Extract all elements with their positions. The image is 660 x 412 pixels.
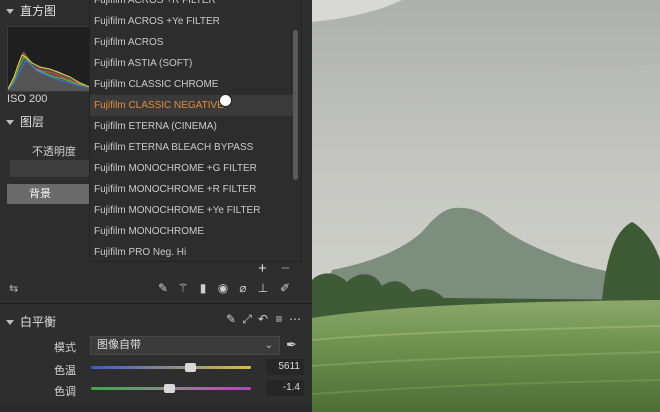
collapse-triangle-icon[interactable] xyxy=(6,8,14,14)
film-menu-item[interactable]: Fujifilm ETERNA (CINEMA) xyxy=(90,116,294,137)
undo-icon[interactable]: ↶ xyxy=(256,312,270,326)
more-icon[interactable]: ⋯ xyxy=(288,312,302,326)
white-balance-header[interactable]: 白平衡 xyxy=(0,311,56,333)
tint-label: 色调 xyxy=(54,386,76,398)
next-section-header[interactable] xyxy=(0,404,312,412)
section-divider xyxy=(0,303,312,304)
photo-preview[interactable] xyxy=(312,0,660,412)
menu-scrollbar[interactable] xyxy=(293,30,298,180)
temperature-label: 色温 xyxy=(54,365,76,377)
film-menu-item[interactable]: Fujifilm ACROS xyxy=(90,32,294,53)
film-menu-item[interactable]: Fujifilm MONOCHROME +Ye FILTER xyxy=(90,200,294,221)
layer-add-remove: + − xyxy=(258,260,290,277)
film-menu-item[interactable]: Fujifilm ACROS +R FILTER xyxy=(90,0,294,11)
remove-layer-button[interactable]: − xyxy=(281,260,290,277)
swap-icon[interactable]: ⇆ xyxy=(9,282,18,295)
collapse-triangle-icon[interactable] xyxy=(6,119,14,125)
film-menu-item[interactable]: Fujifilm MONOCHROME xyxy=(90,221,294,242)
eyedropper-icon[interactable]: ✒ xyxy=(286,337,297,353)
histogram-header[interactable]: 直方图 xyxy=(0,0,56,22)
mouse-cursor xyxy=(219,94,232,107)
histogram-title: 直方图 xyxy=(20,4,57,18)
film-menu-item[interactable]: Fujifilm MONOCHROME +R FILTER xyxy=(90,179,294,200)
film-menu-item[interactable]: Fujifilm ACROS +Ye FILTER xyxy=(90,11,294,32)
collapse-triangle-icon[interactable] xyxy=(6,319,14,325)
brush-icon[interactable]: ✎ xyxy=(156,281,170,295)
iso-readout: ISO 200 xyxy=(7,93,48,105)
gradient-icon[interactable]: ▮ xyxy=(196,281,210,295)
background-layer-item[interactable]: 背景 xyxy=(7,184,90,204)
layer-opacity-bar[interactable] xyxy=(10,160,90,177)
expand-icon[interactable]: ⤢ xyxy=(240,312,254,326)
histogram-graph xyxy=(7,26,91,92)
tint-slider-thumb[interactable] xyxy=(164,384,176,393)
opacity-label: 不透明度 xyxy=(32,146,76,158)
pen-icon[interactable]: ✐ xyxy=(278,281,292,295)
pen-icon[interactable]: ✎ xyxy=(224,312,238,326)
add-layer-button[interactable]: + xyxy=(258,260,267,277)
film-menu-item[interactable]: Fujifilm ASTIA (SOFT) xyxy=(90,53,294,74)
film-menu-item[interactable]: Fujifilm PRO Neg. Hi xyxy=(90,242,294,261)
radial-icon[interactable]: ◉ xyxy=(216,281,230,295)
temperature-slider[interactable] xyxy=(91,366,251,369)
temperature-slider-thumb[interactable] xyxy=(185,363,197,372)
layers-header[interactable]: 图层 xyxy=(0,111,44,133)
film-menu-item[interactable]: Fujifilm ETERNA BLEACH BYPASS xyxy=(90,137,294,158)
white-balance-title: 白平衡 xyxy=(20,315,57,329)
list-icon[interactable]: ≡ xyxy=(272,312,286,326)
film-menu-item[interactable]: Fujifilm CLASSIC CHROME xyxy=(90,74,294,95)
eraser-icon[interactable]: ⌀ xyxy=(236,281,250,295)
film-menu-item[interactable]: Fujifilm CLASSIC NEGATIVE xyxy=(90,95,294,116)
film-menu-item[interactable]: Fujifilm MONOCHROME +G FILTER xyxy=(90,158,294,179)
wb-mode-select[interactable]: 图像自带 ⌄ xyxy=(90,336,280,355)
chevron-down-icon: ⌄ xyxy=(264,340,273,351)
stamp-icon[interactable]: ⊥ xyxy=(256,281,270,295)
temperature-value[interactable]: 5611 xyxy=(266,359,304,375)
mode-label: 模式 xyxy=(54,342,76,354)
film-simulation-menu: Fujifilm ACROS +R FILTER Fujifilm ACROS +… xyxy=(89,0,302,262)
layers-title: 图层 xyxy=(20,115,45,129)
magic-brush-icon[interactable]: ⚚ xyxy=(176,281,190,295)
wb-mode-value: 图像自带 xyxy=(97,339,141,351)
tint-value[interactable]: -1.4 xyxy=(266,380,304,396)
